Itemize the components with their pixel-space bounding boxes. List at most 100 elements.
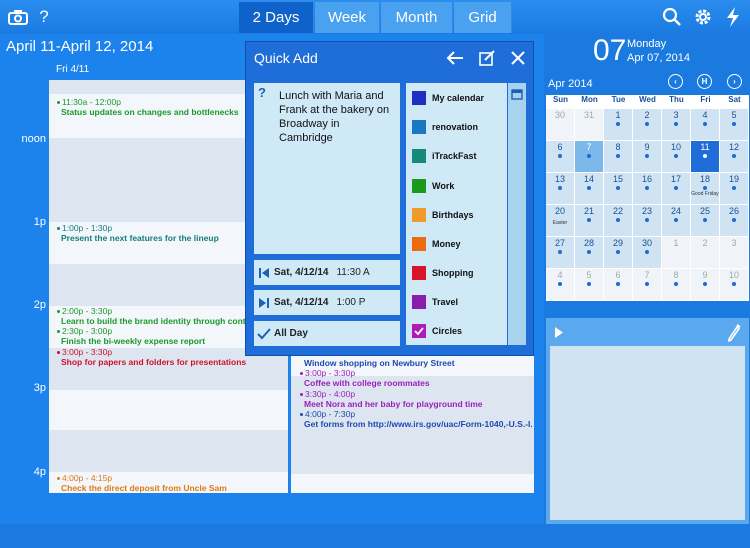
event-dot <box>558 282 562 286</box>
calendar-option[interactable]: Birthdays <box>412 208 474 222</box>
play-icon[interactable] <box>554 326 564 344</box>
day-cell[interactable]: 6 <box>604 269 633 301</box>
notes-area[interactable] <box>550 346 745 520</box>
event-item[interactable]: Window shopping on Newbury Street <box>300 358 532 368</box>
day-cell[interactable]: 9 <box>633 141 662 173</box>
day-number: 30 <box>641 238 652 248</box>
day-number: 22 <box>612 206 623 216</box>
close-icon[interactable] <box>506 46 530 70</box>
tab-grid[interactable]: Grid <box>454 2 512 33</box>
day-number: 13 <box>554 174 565 184</box>
next-month-button[interactable]: › <box>727 74 742 89</box>
gear-icon[interactable] <box>691 5 715 29</box>
hour-label-3p: 3p <box>33 382 46 394</box>
day-cell[interactable]: 30 <box>633 237 662 269</box>
tab-week[interactable]: Week <box>315 2 380 33</box>
day-cell[interactable]: 10 <box>720 269 749 301</box>
day-cell[interactable]: 21 <box>575 205 604 237</box>
lightning-icon[interactable] <box>721 5 745 29</box>
event-dot <box>616 218 620 222</box>
weekday-header: Sat <box>728 95 741 104</box>
event-text-area[interactable]: ? Lunch with Maria and Frank at the bake… <box>254 83 400 254</box>
event-item[interactable]: 3:00p - 3:30p Coffee with college roommat… <box>300 368 532 388</box>
calendar-option[interactable]: Money <box>412 237 461 251</box>
tab-2-days[interactable]: 2 Days <box>239 2 314 33</box>
day-number: 10 <box>728 270 739 280</box>
day-cell[interactable]: 3 <box>720 237 749 269</box>
event-dot <box>732 154 736 158</box>
day-cell[interactable]: 1 <box>604 109 633 141</box>
event-item[interactable]: 4:00p - 7:30p Get forms from http://www.i… <box>300 409 532 429</box>
day-cell[interactable]: 23 <box>633 205 662 237</box>
day-cell[interactable]: 27 <box>546 237 575 269</box>
day-cell[interactable]: 12 <box>720 141 749 173</box>
day-number: 7 <box>586 142 592 152</box>
day-number: 24 <box>670 206 681 216</box>
day-cell[interactable]: 4 <box>691 109 720 141</box>
pen-icon[interactable] <box>727 324 741 347</box>
day-cell[interactable]: 3 <box>662 109 691 141</box>
day-number: 15 <box>612 174 623 184</box>
calendar-icon[interactable] <box>511 87 523 105</box>
day-cell[interactable]: 15 <box>604 173 633 205</box>
calendar-option[interactable]: iTrackFast <box>412 149 477 163</box>
day-cell[interactable]: 30 <box>546 109 575 141</box>
day-number: 1 <box>615 110 621 120</box>
day-number: 29 <box>612 238 623 248</box>
prev-month-button[interactable]: ‹ <box>668 74 683 89</box>
day-number: 6 <box>615 270 621 280</box>
day-cell[interactable]: 1 <box>662 237 691 269</box>
day-cell[interactable]: 6 <box>546 141 575 173</box>
event-item[interactable]: 3:30p - 4:00p Meet Nora and her baby for … <box>300 389 532 409</box>
end-date-row[interactable]: Sat, 4/12/14 1:00 P <box>254 290 400 315</box>
day-cell[interactable]: 24 <box>662 205 691 237</box>
help-icon[interactable]: ? <box>32 5 56 29</box>
day-cell[interactable]: 22 <box>604 205 633 237</box>
calendar-option[interactable]: renovation <box>412 120 478 134</box>
day-cell[interactable]: 31 <box>575 109 604 141</box>
day-cell[interactable]: 9 <box>691 269 720 301</box>
day-cell-today[interactable]: 7 <box>575 141 604 173</box>
day-cell[interactable]: 25 <box>691 205 720 237</box>
day-cell[interactable]: 4 <box>546 269 575 301</box>
edit-icon[interactable] <box>475 46 499 70</box>
day-cell[interactable]: 14 <box>575 173 604 205</box>
day-cell[interactable]: 8 <box>662 269 691 301</box>
camera-icon[interactable] <box>6 5 30 29</box>
day-cell[interactable]: 10 <box>662 141 691 173</box>
day-cell[interactable]: 29 <box>604 237 633 269</box>
day-cell[interactable]: 5 <box>575 269 604 301</box>
event-dot <box>674 282 678 286</box>
calendar-option-selected[interactable]: Circles <box>412 324 462 338</box>
weekday-header: Fri <box>700 95 711 104</box>
day-cell[interactable]: 5 <box>720 109 749 141</box>
day-cell[interactable]: 26 <box>720 205 749 237</box>
start-date-row[interactable]: Sat, 4/12/14 11:30 A <box>254 260 400 285</box>
day-cell[interactable]: 18 Good Friday <box>691 173 720 205</box>
calendar-option[interactable]: Shopping <box>412 266 474 280</box>
calendar-option[interactable]: Work <box>412 179 454 193</box>
day-cell[interactable]: 20 Easter <box>546 205 575 237</box>
day-cell[interactable]: 17 <box>662 173 691 205</box>
event-item[interactable]: 4:00p - 4:15p Check the direct deposit fr… <box>57 473 285 493</box>
day-cell[interactable]: 7 <box>633 269 662 301</box>
day-cell[interactable]: 2 <box>633 109 662 141</box>
calendar-option[interactable]: My calendar <box>412 91 484 105</box>
all-day-row[interactable]: All Day <box>254 321 400 346</box>
day-cell[interactable]: 8 <box>604 141 633 173</box>
day-cell[interactable]: 28 <box>575 237 604 269</box>
back-arrow-icon[interactable] <box>443 46 467 70</box>
calendar-option[interactable]: Travel <box>412 295 458 309</box>
calendar-swatch <box>412 120 426 134</box>
day-cell[interactable]: 19 <box>720 173 749 205</box>
day-cell[interactable]: 13 <box>546 173 575 205</box>
day-cell[interactable]: 16 <box>633 173 662 205</box>
event-dot <box>616 250 620 254</box>
day-cell-selected[interactable]: 11 <box>691 141 720 173</box>
tab-month[interactable]: Month <box>381 2 453 33</box>
search-icon[interactable] <box>660 5 684 29</box>
home-button[interactable]: H <box>697 74 712 89</box>
help-icon[interactable]: ? <box>258 85 266 100</box>
calendar-list-scrollbar[interactable] <box>508 83 526 345</box>
day-cell[interactable]: 2 <box>691 237 720 269</box>
